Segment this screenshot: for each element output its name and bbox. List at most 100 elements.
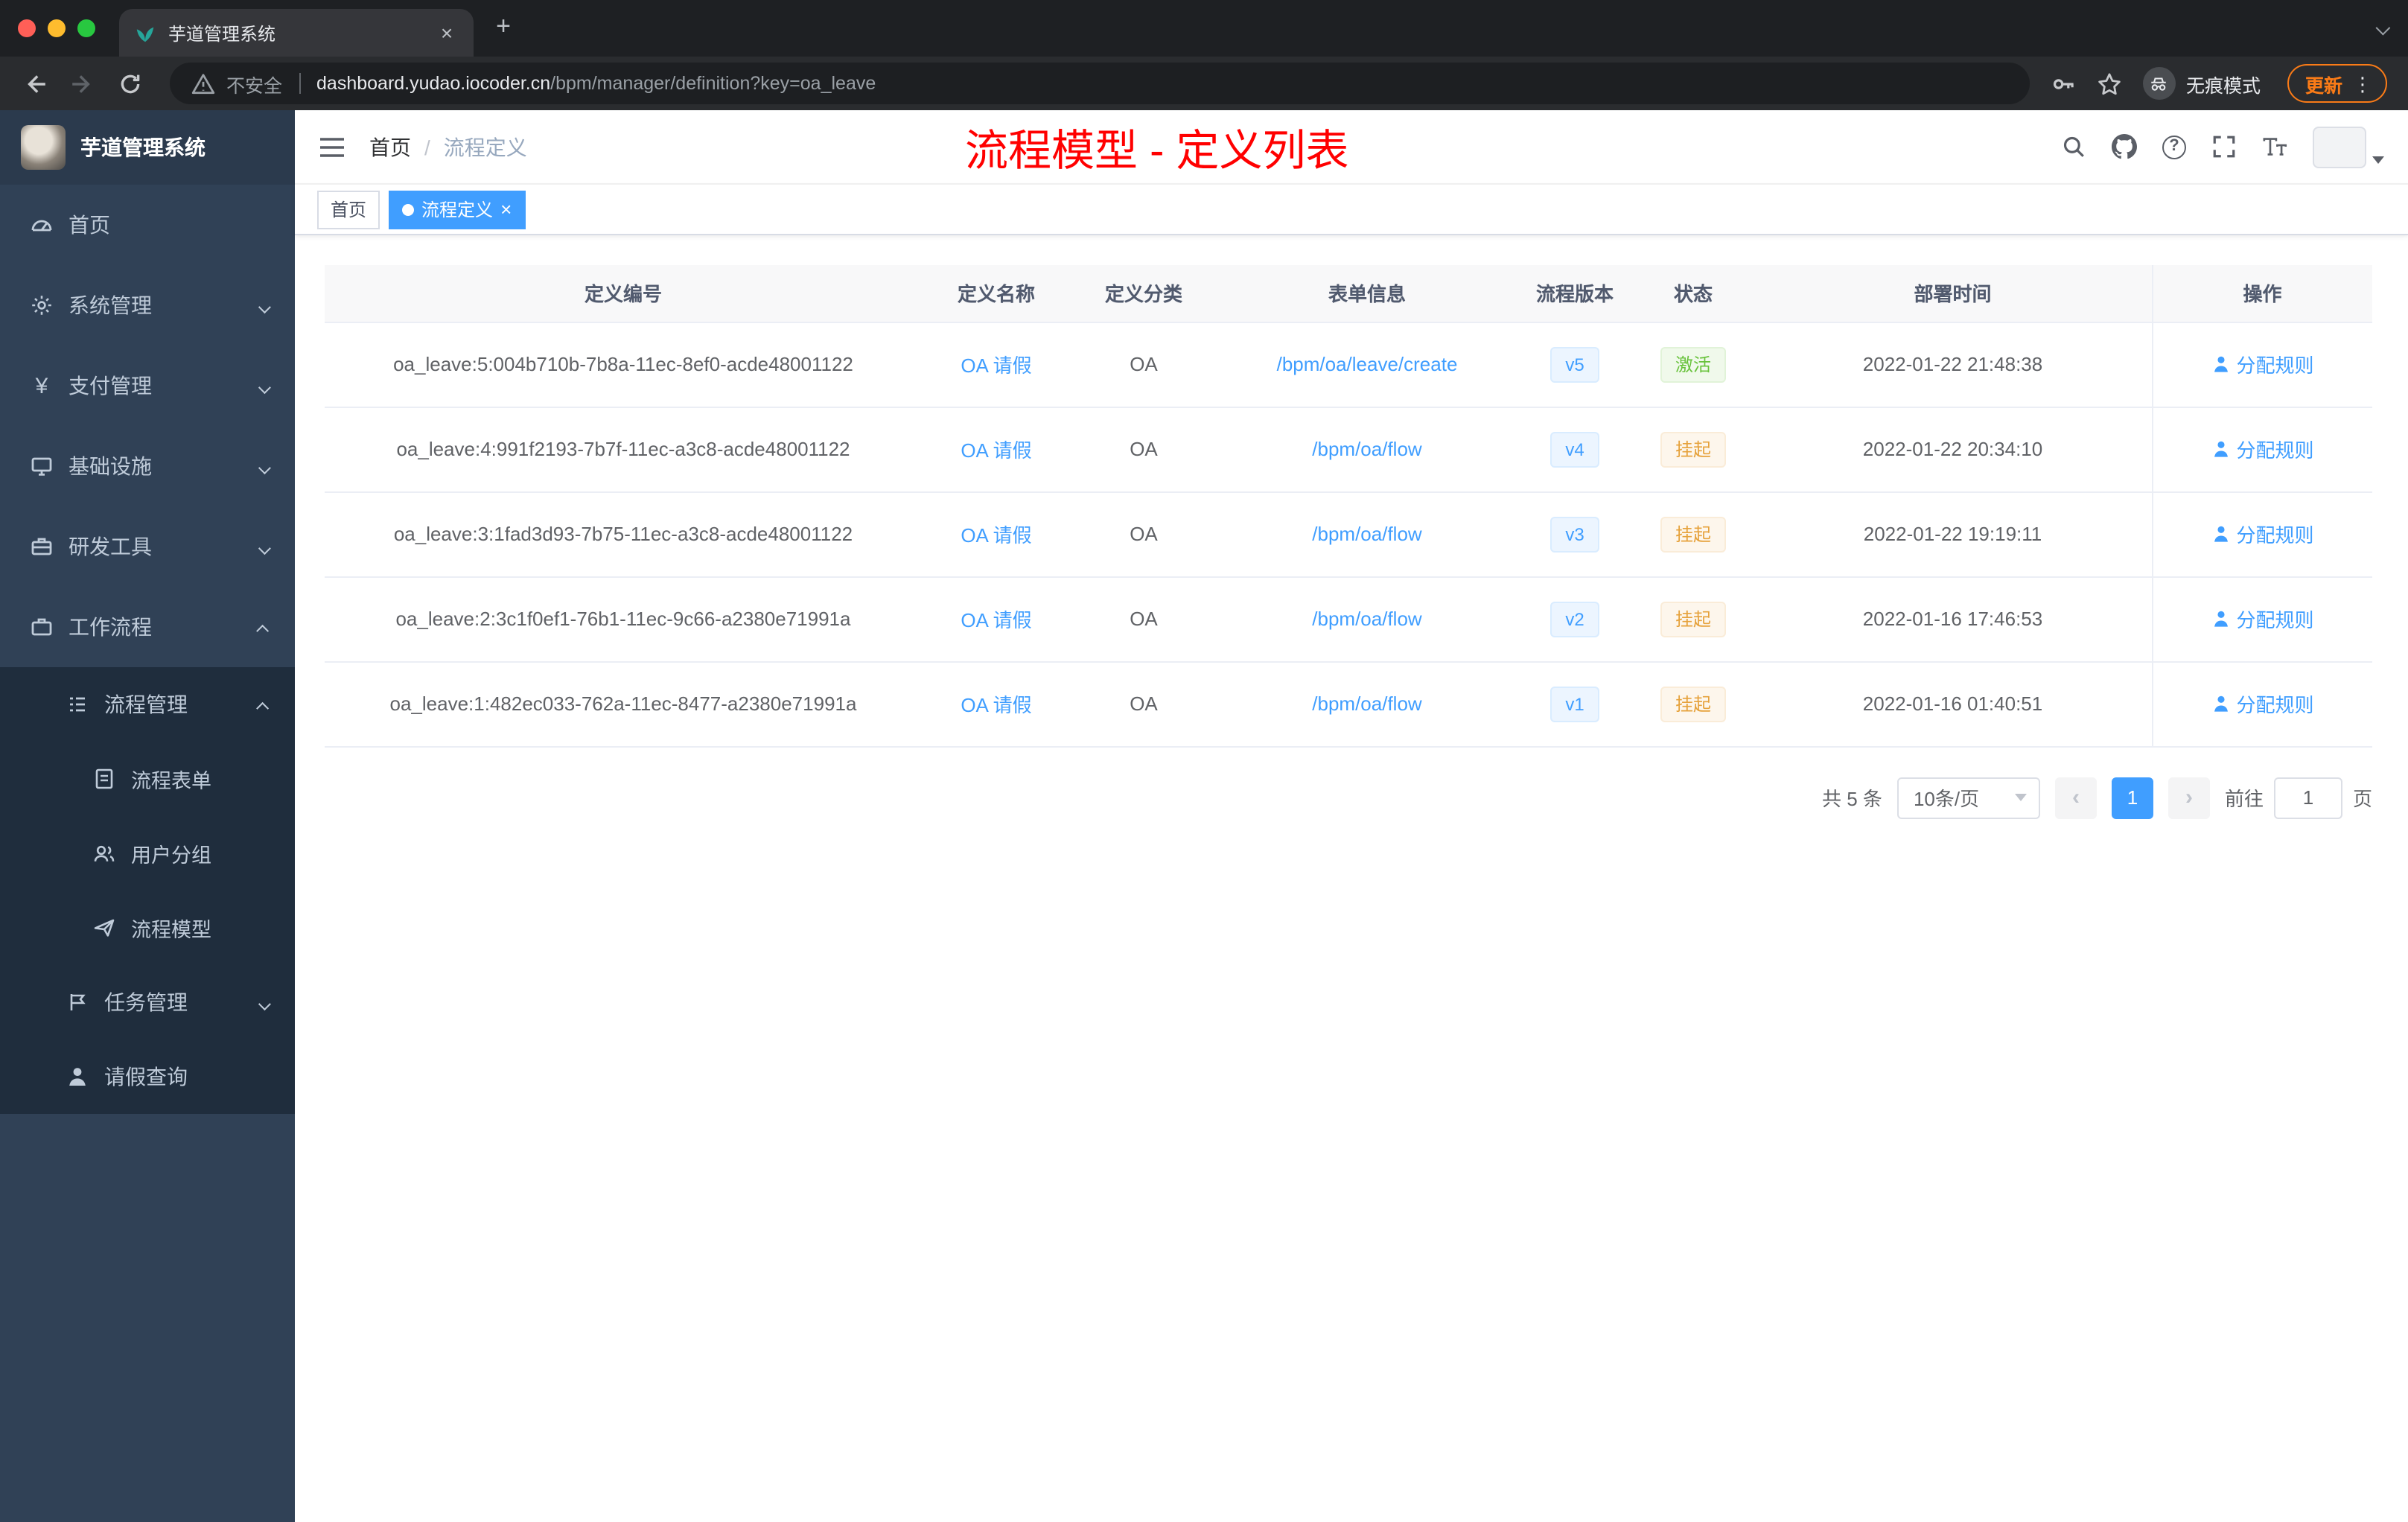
status-badge: 激活	[1660, 346, 1726, 382]
sidebar-collapse-icon[interactable]	[319, 133, 345, 160]
sidebar-item-process-model[interactable]: 流程模型	[0, 891, 295, 965]
form-link[interactable]: /bpm/oa/leave/create	[1277, 353, 1458, 375]
browser-tab-strip: 芋道管理系统	[0, 0, 2408, 57]
back-icon[interactable]	[15, 64, 54, 103]
assign-rule-button[interactable]: 分配规则	[2211, 520, 2314, 548]
status-badge: 挂起	[1660, 601, 1726, 637]
person-icon	[2214, 611, 2228, 627]
gear-icon	[30, 293, 54, 317]
assign-rule-button[interactable]: 分配规则	[2211, 435, 2314, 463]
sidebar-item-dev-tools[interactable]: 研发工具	[0, 506, 295, 587]
monitor-icon	[30, 454, 54, 478]
tag-home[interactable]: 首页	[317, 190, 380, 229]
help-icon[interactable]	[2162, 135, 2186, 159]
tab-close-icon[interactable]	[435, 21, 459, 45]
definition-name-link[interactable]: OA 请假	[961, 694, 1031, 716]
browser-menu-icon[interactable]	[2353, 74, 2372, 93]
page-size-value: 10条/页	[1913, 788, 1980, 810]
page-size-select[interactable]: 10条/页	[1896, 777, 2040, 818]
page-annotation: 流程模型 - 定义列表	[965, 127, 1349, 175]
assign-rule-button[interactable]: 分配规则	[2211, 690, 2314, 718]
definition-name-link[interactable]: OA 请假	[961, 524, 1031, 547]
sidebar-item-process-management[interactable]: 流程管理	[0, 667, 295, 742]
sidebar-item-label: 请假查询	[104, 1065, 188, 1089]
sidebar-item-label: 系统管理	[69, 293, 152, 317]
assign-rule-button[interactable]: 分配规则	[2211, 605, 2314, 633]
definition-name-link[interactable]: OA 请假	[961, 609, 1031, 631]
form-link[interactable]: /bpm/oa/flow	[1312, 608, 1421, 630]
form-link[interactable]: /bpm/oa/flow	[1312, 523, 1421, 545]
forward-icon[interactable]	[63, 64, 101, 103]
version-badge: v4	[1550, 431, 1599, 467]
user-menu[interactable]	[2313, 126, 2384, 168]
tag-process-definition[interactable]: 流程定义	[389, 190, 526, 229]
fullscreen-icon[interactable]	[2211, 134, 2237, 159]
page-number-button[interactable]: 1	[2111, 777, 2153, 818]
reload-icon[interactable]	[110, 64, 149, 103]
goto-page-input[interactable]	[2273, 777, 2342, 818]
search-icon[interactable]	[2061, 134, 2086, 159]
sidebar-item-leave-query[interactable]: 请假查询	[0, 1039, 295, 1114]
next-page-button[interactable]	[2167, 777, 2210, 818]
caret-down-icon	[2372, 156, 2384, 163]
sidebar: 芋道管理系统 首页 系统管理 支付管理	[0, 110, 295, 1522]
definition-name-link[interactable]: OA 请假	[961, 354, 1031, 377]
workflow-submenu: 流程管理 流程表单 用户分组 流程模型 任务管理 请假查询	[0, 667, 295, 1114]
person-icon	[2214, 526, 2228, 542]
form-link[interactable]: /bpm/oa/flow	[1312, 438, 1421, 460]
cell-category: OA	[1071, 491, 1217, 577]
assign-rule-label: 分配规则	[2236, 694, 2314, 716]
security-label[interactable]: 不安全	[226, 69, 282, 98]
address-bar[interactable]: 不安全 dashboard.yudao.iocoder.cn/bpm/manag…	[170, 63, 2030, 104]
col-deploy-time: 部署时间	[1754, 265, 2152, 322]
assign-rule-label: 分配规则	[2236, 354, 2314, 377]
col-definition-id: 定义编号	[325, 265, 922, 322]
sidebar-item-infrastructure[interactable]: 基础设施	[0, 426, 295, 506]
assign-rule-button[interactable]: 分配规则	[2211, 350, 2314, 378]
prev-page-button[interactable]	[2054, 777, 2097, 818]
sidebar-item-label: 基础设施	[69, 454, 152, 478]
security-warning-icon[interactable]	[191, 71, 216, 96]
browser-tab[interactable]: 芋道管理系统	[119, 9, 474, 57]
close-window-button[interactable]	[18, 19, 36, 37]
zoom-window-button[interactable]	[77, 19, 95, 37]
breadcrumb-home[interactable]: 首页	[369, 132, 411, 162]
tag-close-icon[interactable]	[500, 200, 512, 219]
sidebar-item-payment-management[interactable]: 支付管理	[0, 346, 295, 426]
sidebar-item-system-management[interactable]: 系统管理	[0, 265, 295, 346]
status-badge: 挂起	[1660, 516, 1726, 552]
sidebar-item-process-form[interactable]: 流程表单	[0, 742, 295, 816]
github-icon[interactable]	[2112, 134, 2137, 159]
url-text[interactable]: dashboard.yudao.iocoder.cn/bpm/manager/d…	[316, 73, 876, 94]
new-tab-button[interactable]	[485, 10, 521, 46]
breadcrumb-separator	[424, 135, 430, 159]
cell-deploy-time: 2022-01-16 01:40:51	[1754, 661, 2152, 747]
sidebar-item-home[interactable]: 首页	[0, 185, 295, 265]
document-icon	[92, 767, 116, 791]
sidebar-item-workflow[interactable]: 工作流程	[0, 587, 295, 667]
definition-name-link[interactable]: OA 请假	[961, 439, 1031, 462]
incognito-indicator: 无痕模式	[2142, 67, 2261, 100]
tab-search-chevron-icon[interactable]	[2356, 19, 2408, 35]
toolbox-icon	[30, 535, 54, 558]
user-avatar[interactable]	[2313, 126, 2366, 168]
app-frame: 芋道管理系统 首页 系统管理 支付管理	[0, 110, 2408, 1522]
cell-definition-id: oa_leave:1:482ec033-762a-11ec-8477-a2380…	[325, 661, 922, 747]
bookmark-star-icon[interactable]	[2097, 71, 2122, 96]
sidebar-item-task-management[interactable]: 任务管理	[0, 965, 295, 1039]
logo-avatar	[21, 125, 66, 170]
col-form-info: 表单信息	[1217, 265, 1517, 322]
browser-update-button[interactable]: 更新	[2287, 64, 2387, 103]
password-key-icon[interactable]	[2051, 71, 2076, 96]
sidebar-item-label: 首页	[69, 213, 110, 237]
font-size-icon[interactable]	[2262, 134, 2287, 159]
minimize-window-button[interactable]	[48, 19, 66, 37]
incognito-label: 无痕模式	[2185, 75, 2261, 96]
top-navbar: 首页 流程定义 流程模型 - 定义列表	[295, 110, 2408, 185]
form-link[interactable]: /bpm/oa/flow	[1312, 692, 1421, 715]
sidebar-item-label: 工作流程	[69, 615, 152, 639]
browser-window: 芋道管理系统 不安全 dashboard.yudao.iocoder.cn/bp…	[0, 0, 2408, 1522]
assign-rule-label: 分配规则	[2236, 524, 2314, 547]
sidebar-item-user-group[interactable]: 用户分组	[0, 816, 295, 891]
chevron-up-icon	[256, 615, 270, 639]
